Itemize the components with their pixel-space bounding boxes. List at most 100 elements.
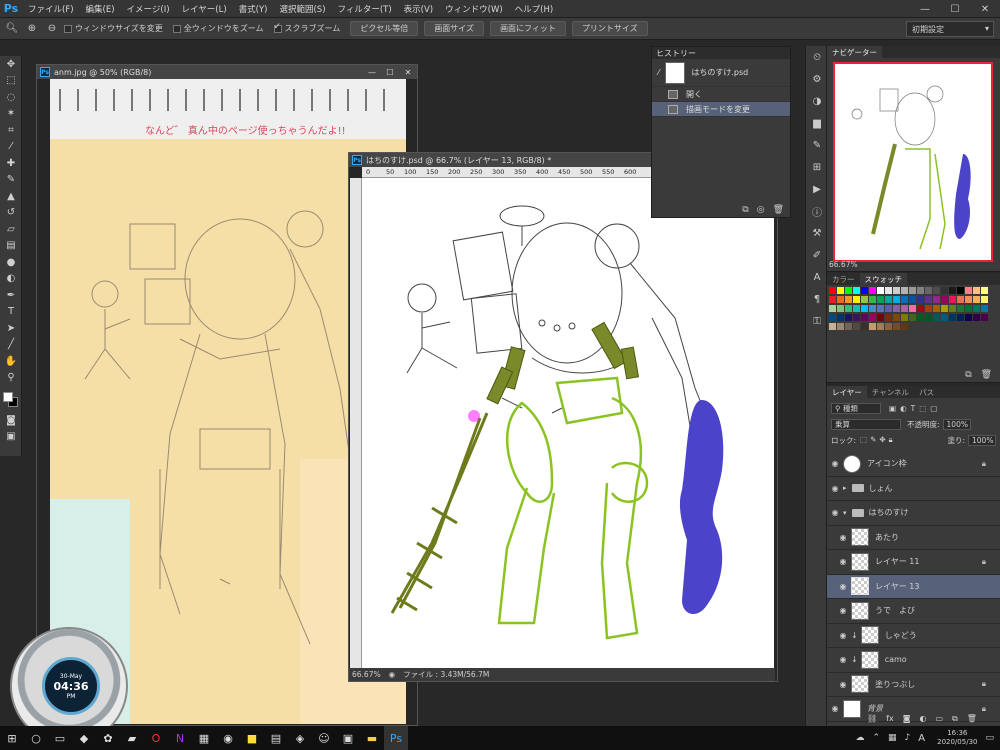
screen-mode-icon[interactable]: ▣ bbox=[0, 429, 22, 446]
color-swatch[interactable] bbox=[909, 305, 916, 312]
color-swatch[interactable] bbox=[837, 305, 844, 312]
history-item[interactable]: 開く bbox=[652, 87, 790, 102]
layer-row[interactable]: ◉ 塗りつぶし 🔒︎ bbox=[827, 673, 1000, 697]
color-swatch[interactable] bbox=[829, 323, 836, 330]
notes-icon[interactable]: ✐ bbox=[806, 244, 828, 266]
color-swatch[interactable] bbox=[981, 305, 988, 312]
color-swatch[interactable] bbox=[853, 287, 860, 294]
notification-icon[interactable]: ▭ bbox=[985, 733, 994, 743]
menu-edit[interactable]: 編集(E) bbox=[80, 3, 121, 15]
swatches-tab[interactable]: スウォッチ bbox=[859, 273, 907, 285]
color-swatch[interactable] bbox=[845, 314, 852, 321]
shape-tool-icon[interactable]: ╱ bbox=[0, 337, 22, 354]
new-document-icon[interactable]: ⧉ bbox=[742, 205, 748, 215]
color-swatch[interactable] bbox=[901, 287, 908, 294]
minimize-button[interactable]: — bbox=[910, 0, 940, 18]
layer-group-row[interactable]: ◉ ▾ はちのすけ bbox=[827, 501, 1000, 526]
color-swatch[interactable] bbox=[869, 296, 876, 303]
color-swatch[interactable] bbox=[957, 287, 964, 294]
color-swatch[interactable] bbox=[877, 287, 884, 294]
visibility-eye-icon[interactable]: ◉ bbox=[827, 459, 843, 468]
lock-options-icons[interactable]: ⬚✎✥🔒︎ bbox=[860, 435, 896, 445]
color-swatch[interactable] bbox=[925, 296, 932, 303]
color-swatch[interactable] bbox=[893, 314, 900, 321]
app-icon-1[interactable]: ◆ bbox=[72, 726, 96, 750]
channels-tab[interactable]: チャンネル bbox=[867, 386, 914, 398]
marquee-tool-icon[interactable]: ⬚ bbox=[0, 73, 22, 90]
color-swatch[interactable] bbox=[901, 296, 908, 303]
menu-view[interactable]: 表示(V) bbox=[398, 3, 439, 15]
task-view-icon[interactable]: ▭ bbox=[48, 726, 72, 750]
color-swatch[interactable] bbox=[829, 314, 836, 321]
color-swatch[interactable] bbox=[925, 287, 932, 294]
pen-tool-icon[interactable]: ✒ bbox=[0, 287, 22, 304]
zoom-all-checkbox[interactable] bbox=[172, 24, 181, 33]
blur-tool-icon[interactable]: ● bbox=[0, 254, 22, 271]
search-icon[interactable]: ○ bbox=[24, 726, 48, 750]
color-swatch[interactable] bbox=[853, 314, 860, 321]
menu-filter[interactable]: フィルター(T) bbox=[332, 3, 398, 15]
color-swatch[interactable] bbox=[933, 287, 940, 294]
color-swatch[interactable] bbox=[837, 314, 844, 321]
color-swatch[interactable] bbox=[941, 296, 948, 303]
adjustment-layer-icon[interactable]: ◐ bbox=[919, 714, 926, 724]
visibility-eye-icon[interactable]: ◉ bbox=[835, 680, 851, 689]
zoom-tool-icon[interactable]: 🔍︎ bbox=[4, 21, 20, 37]
color-swatch[interactable] bbox=[965, 305, 972, 312]
app-icon-7[interactable]: ◈ bbox=[288, 726, 312, 750]
color-swatch[interactable] bbox=[949, 287, 956, 294]
resize-windows-option[interactable]: ウィンドウサイズを変更 bbox=[64, 23, 163, 34]
maximize-button[interactable]: ☐ bbox=[940, 0, 970, 18]
eraser-tool-icon[interactable]: ▱ bbox=[0, 221, 22, 238]
menu-layer[interactable]: レイヤー(L) bbox=[176, 3, 233, 15]
zoom-level[interactable]: 66.67% bbox=[352, 670, 381, 679]
hand-tool-icon[interactable]: ✋ bbox=[0, 353, 22, 370]
paths-tab[interactable]: パス bbox=[914, 386, 939, 398]
path-select-icon[interactable]: ➤ bbox=[0, 320, 22, 337]
visibility-eye-icon[interactable]: ◉ bbox=[835, 557, 851, 566]
color-swatch[interactable] bbox=[981, 296, 988, 303]
gradient-tool-icon[interactable]: ▤ bbox=[0, 238, 22, 255]
start-icon[interactable]: ⊞ bbox=[0, 726, 24, 750]
color-swatch[interactable] bbox=[941, 305, 948, 312]
color-swatch[interactable] bbox=[973, 287, 980, 294]
color-swatch[interactable] bbox=[845, 287, 852, 294]
volume-icon[interactable]: ♪ bbox=[905, 733, 911, 743]
brush-tool-icon[interactable]: ✎ bbox=[0, 172, 22, 189]
app-icon-2[interactable]: ✿ bbox=[96, 726, 120, 750]
color-swatch[interactable] bbox=[837, 287, 844, 294]
histogram-icon[interactable]: ▆ bbox=[806, 112, 828, 134]
menu-select[interactable]: 選択範囲(S) bbox=[273, 3, 331, 15]
layer-row[interactable]: ◉ あたり bbox=[827, 526, 1000, 550]
color-swatch[interactable] bbox=[861, 305, 868, 312]
sticky-notes-icon[interactable]: ■ bbox=[240, 726, 264, 750]
brush-presets-icon[interactable]: ✎ bbox=[806, 134, 828, 156]
color-swatch[interactable] bbox=[877, 314, 884, 321]
screen-size-button[interactable]: 画面サイズ bbox=[424, 21, 485, 36]
actions-icon[interactable]: ▶ bbox=[806, 178, 828, 200]
color-swatch[interactable] bbox=[829, 296, 836, 303]
color-swatch[interactable] bbox=[869, 305, 876, 312]
color-swatch[interactable] bbox=[837, 323, 844, 330]
trash-icon[interactable]: 🗑︎ bbox=[967, 714, 977, 724]
stamp-tool-icon[interactable]: ▲ bbox=[0, 188, 22, 205]
color-swatch[interactable] bbox=[973, 314, 980, 321]
new-group-icon[interactable]: ▭ bbox=[935, 714, 943, 724]
layer-row-selected[interactable]: ◉ レイヤー 13 bbox=[827, 574, 1000, 599]
healing-brush-icon[interactable]: ✚ bbox=[0, 155, 22, 172]
color-swatch[interactable] bbox=[885, 314, 892, 321]
color-swatch[interactable] bbox=[861, 314, 868, 321]
visibility-eye-icon[interactable]: ◉ bbox=[835, 582, 851, 591]
color-swatch[interactable] bbox=[917, 305, 924, 312]
link-icon[interactable]: ⛓ bbox=[867, 714, 877, 724]
color-swatch[interactable] bbox=[901, 323, 908, 330]
history-brush-icon[interactable]: ↺ bbox=[0, 205, 22, 222]
history-item-selected[interactable]: 描画モードを変更 bbox=[652, 102, 790, 117]
color-swatch[interactable] bbox=[925, 305, 932, 312]
menu-type[interactable]: 書式(Y) bbox=[233, 3, 274, 15]
color-swatch[interactable] bbox=[853, 305, 860, 312]
color-swatch[interactable] bbox=[869, 314, 876, 321]
visibility-eye-icon[interactable]: ◉ bbox=[835, 533, 851, 542]
clone-source-icon[interactable]: ⊞ bbox=[806, 156, 828, 178]
color-swatch[interactable] bbox=[917, 287, 924, 294]
